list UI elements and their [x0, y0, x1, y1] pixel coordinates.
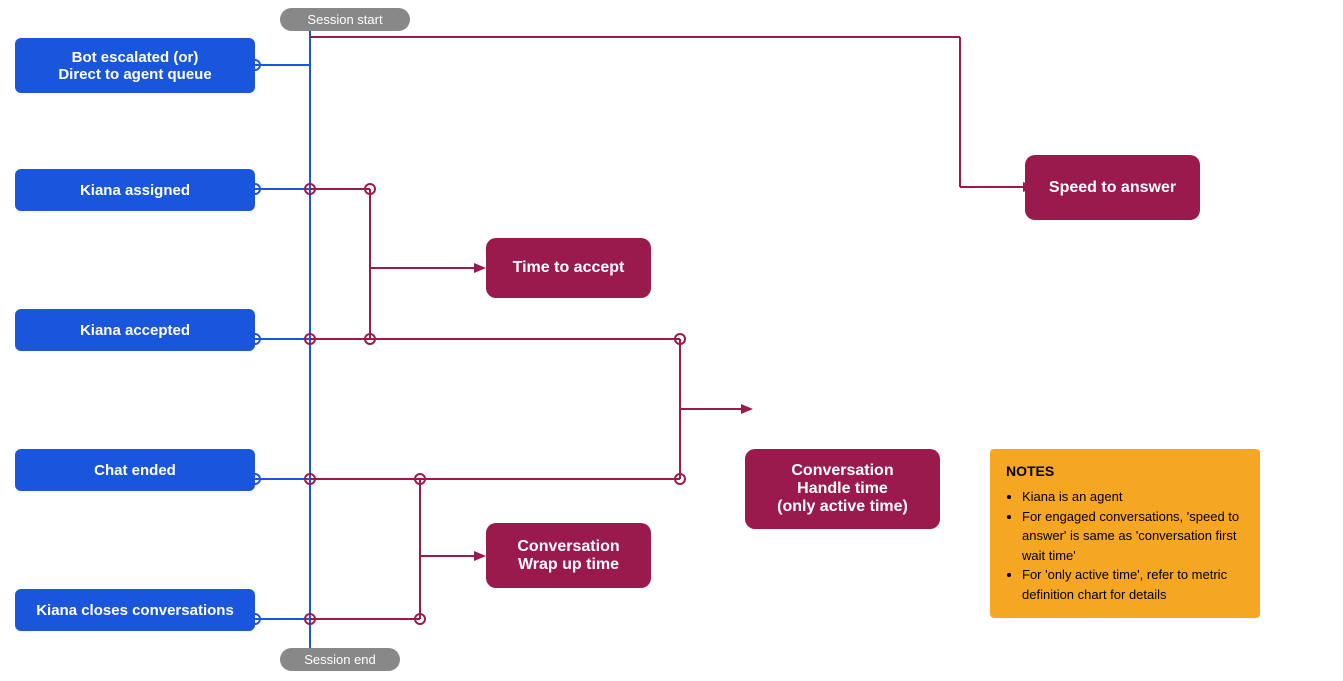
notes-item-3: For 'only active time', refer to metric … — [1022, 565, 1244, 604]
notes-box: NOTES Kiana is an agent For engaged conv… — [990, 449, 1260, 618]
session-end-label: Session end — [280, 648, 400, 671]
event-box-kiana-accepted: Kiana accepted — [15, 309, 255, 351]
metric-box-conversation-handle: Conversation Handle time (only active ti… — [745, 449, 940, 529]
event-box-chat-ended: Chat ended — [15, 449, 255, 491]
diagram-container: Session start Session end Bot escalated … — [0, 0, 1343, 681]
metric-box-speed-to-answer: Speed to answer — [1025, 155, 1200, 220]
notes-title: NOTES — [1006, 463, 1244, 479]
metric-box-time-to-accept: Time to accept — [486, 238, 651, 298]
session-start-label: Session start — [280, 8, 410, 31]
notes-item-2: For engaged conversations, 'speed to ans… — [1022, 507, 1244, 566]
notes-list: Kiana is an agent For engaged conversati… — [1006, 487, 1244, 604]
notes-item-1: Kiana is an agent — [1022, 487, 1244, 507]
event-box-bot-escalated: Bot escalated (or) Direct to agent queue — [15, 38, 255, 93]
event-box-kiana-assigned: Kiana assigned — [15, 169, 255, 211]
event-box-kiana-closes: Kiana closes conversations — [15, 589, 255, 631]
metric-box-conversation-wrap: Conversation Wrap up time — [486, 523, 651, 588]
